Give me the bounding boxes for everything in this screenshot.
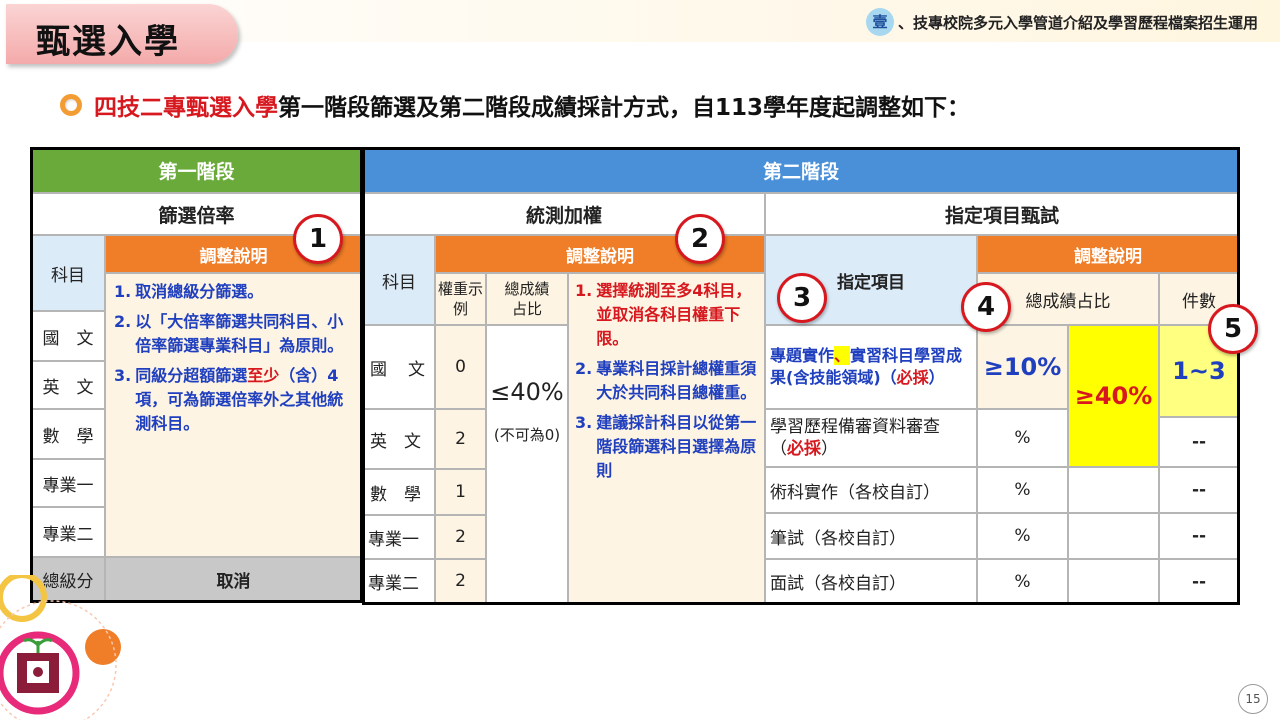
school-logo [0, 575, 121, 720]
stage1-subject-label: 科目 [31, 235, 105, 311]
exam-item-4: 面試（各校自訂） [765, 559, 977, 604]
section-title: 、技專校院多元入學管道介紹及學習歷程檔案招生運用 [897, 13, 1258, 32]
test-subject-0: 國 文 [363, 325, 435, 409]
stage1-subject-1: 英 文 [31, 361, 105, 409]
exam-combined-ratio: ≥40% [1068, 325, 1159, 467]
test-weight-4: 2 [435, 559, 486, 603]
exam-item-3: 筆試（各校自訂） [765, 513, 977, 559]
exam-item-1: 學習歷程備審資料審查（必採） [765, 409, 977, 467]
stage1-header: 第一階段 [31, 148, 362, 193]
test-notes: 1. 選擇統測至多4科目，並取消各科目權重下限。 2. 專業科目採計總權重須大於共同… [568, 273, 765, 603]
test-weight-label: 權重示例 [435, 273, 486, 325]
exam-item-2: 術科實作（各校自訂） [765, 467, 977, 513]
stage2-header: 第二階段 [363, 148, 1239, 193]
test-note-3: 3. 建議採計科目以從第一階段篩選科目選擇為原則 [575, 413, 757, 480]
exam-ratio-1: % [977, 409, 1068, 467]
page-title: 甄選入學 [36, 22, 180, 62]
test-ratio-cell: ≤40% (不可為0) [486, 325, 568, 603]
test-subject-1: 英 文 [363, 409, 435, 469]
exam-header: 指定項目甄試 [765, 193, 1239, 235]
exam-ratio-3: % [977, 513, 1068, 559]
stage1-total-value: 取消 [105, 557, 362, 602]
logo-gear-icon [33, 667, 43, 677]
test-note-2: 2. 專業科目採計總權重須大於共同科目總權重。 [575, 359, 757, 402]
exam-empty-2 [1068, 467, 1159, 513]
test-weight-2: 1 [435, 469, 486, 515]
exam-ratio-4: % [977, 559, 1068, 604]
stage1-note-3: 3. 同級分超額篩選至少（含）4項，可為篩選倍率外之其他統測科目。 [114, 366, 344, 433]
title-badge: 甄選入學 [6, 4, 238, 64]
exam-count-3: -- [1159, 513, 1239, 559]
bullet-ring-icon [60, 94, 82, 116]
test-ratio-value: ≤40% [490, 378, 564, 406]
badge-1: 1 [293, 214, 343, 264]
badge-5: 5 [1208, 304, 1258, 354]
page-number: 15 [1238, 684, 1268, 714]
test-ratio-label: 總成績占比 [486, 273, 568, 325]
badge-3: 3 [777, 273, 827, 323]
headline-highlight: 四技二專甄選入學 [94, 95, 278, 121]
stage1-note-1: 1. 取消總級分篩選。 [114, 282, 264, 301]
exam-ratio-2: % [977, 467, 1068, 513]
test-weight-3: 2 [435, 515, 486, 559]
stage1-subject-0: 國 文 [31, 311, 105, 361]
exam-note-label: 調整說明 [977, 235, 1239, 273]
stage1-subject-2: 數 學 [31, 409, 105, 459]
headline-text: 第一階段篩選及第二階段成績採計方式，自113學年度起調整如下： [278, 95, 971, 121]
test-weight-0: 0 [435, 325, 486, 409]
test-subject-4: 專業二 [363, 559, 435, 603]
test-ratio-note: (不可為0) [493, 426, 561, 444]
stage1-subject-4: 專業二 [31, 507, 105, 557]
test-subject-2: 數 學 [363, 469, 435, 515]
test-note-1: 1. 選擇統測至多4科目，並取消各科目權重下限。 [575, 281, 752, 348]
badge-4: 4 [961, 282, 1011, 332]
decor-orange-dot [85, 629, 121, 665]
section-heading: 壹 、技專校院多元入學管道介紹及學習歷程檔案招生運用 [865, 8, 1258, 36]
stage1-subject-3: 專業一 [31, 459, 105, 507]
headline: 四技二專甄選入學 第一階段篩選及第二階段成績採計方式，自113學年度起調整如下： [60, 88, 970, 122]
exam-empty-3 [1068, 513, 1159, 559]
exam-count-4: -- [1159, 559, 1239, 604]
exam-count-2: -- [1159, 467, 1239, 513]
section-number-badge: 壹 [865, 8, 894, 36]
exam-empty-4 [1068, 559, 1159, 604]
test-weight-1: 2 [435, 409, 486, 469]
exam-ratio-0: ≥10% [977, 325, 1068, 409]
stage1-notes: 1. 取消總級分篩選。 2. 以「大倍率篩選共同科目、小倍率篩選專業科目」為原則。 … [105, 273, 362, 557]
test-subject-3: 專業一 [363, 515, 435, 559]
exam-count-1: -- [1159, 417, 1239, 467]
exam-item-0: 專題實作、實習科目學習成果(含技能領域)（必採） [765, 325, 977, 409]
badge-2: 2 [675, 214, 725, 264]
decor-yellow-ring [0, 575, 47, 622]
stage1-note-2: 2. 以「大倍率篩選共同科目、小倍率篩選專業科目」為原則。 [114, 312, 344, 355]
test-subject-label: 科目 [363, 235, 435, 325]
